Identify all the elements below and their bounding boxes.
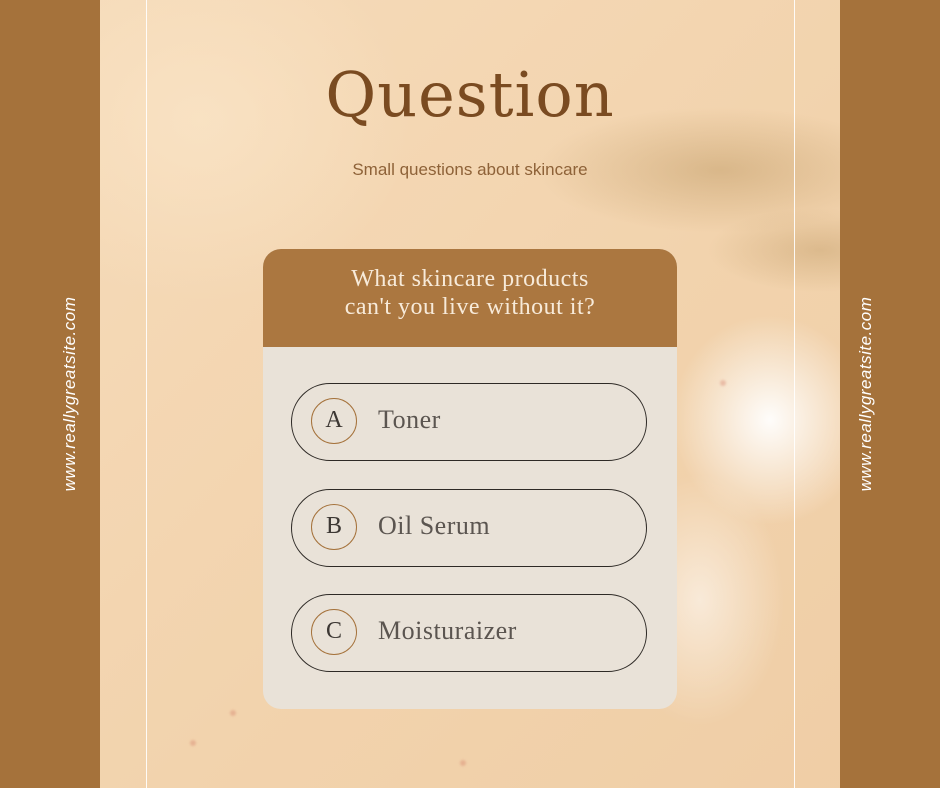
answer-option-a[interactable]: A Toner [291,383,647,461]
option-label: Oil Serum [378,511,491,540]
option-letter-badge: B [311,504,357,550]
option-label: Toner [378,405,441,434]
question-text-line-2: can't you live without it? [344,294,596,320]
answer-option-c[interactable]: C Moisturaizer [291,594,647,672]
question-card-header: What skincare products can't you live wi… [263,249,677,347]
background-speck [190,740,196,746]
poster-canvas: www.reallygreatsite.com www.reallygreats… [0,0,940,788]
option-label: Moisturaizer [378,616,517,645]
website-url-right[interactable]: www.reallygreatsite.com [856,264,880,524]
background-speck [460,760,466,766]
page-title: Question [325,58,615,131]
answer-option-b[interactable]: B Oil Serum [291,489,647,567]
background-speck [230,710,236,716]
website-url-left[interactable]: www.reallygreatsite.com [60,264,84,524]
question-text-line-1: What skincare products [351,266,589,292]
option-letter-badge: A [311,398,357,444]
page-subtitle: Small questions about skincare [352,160,588,179]
option-letter-badge: C [311,609,357,655]
background-speck [720,380,726,386]
